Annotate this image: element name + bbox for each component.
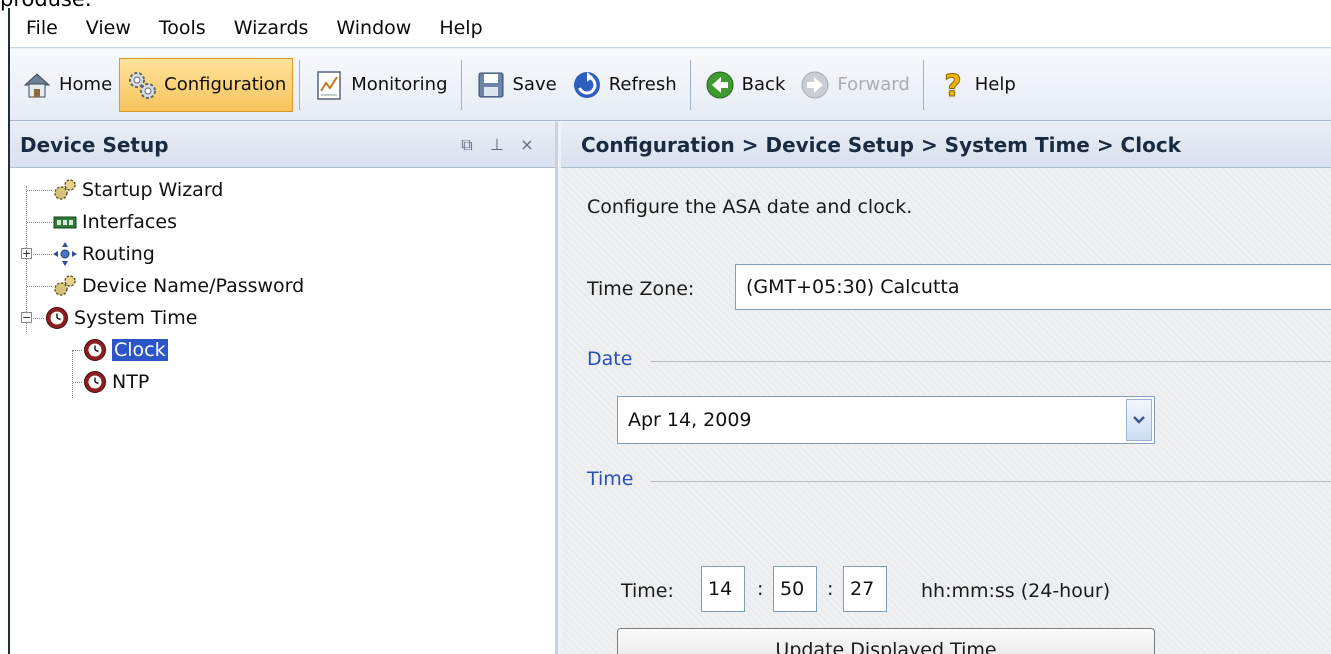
tree-item-label: Interfaces xyxy=(82,211,177,233)
expand-plus-icon[interactable]: + xyxy=(21,248,32,259)
refresh-label: Refresh xyxy=(608,74,677,95)
configuration-button[interactable]: Configuration xyxy=(119,57,294,112)
tree-connector xyxy=(73,350,82,351)
tree-item-ntp[interactable]: NTP xyxy=(10,366,555,398)
tree-item-label: NTP xyxy=(112,371,150,393)
page-description: Configure the ASA date and clock. xyxy=(587,196,913,218)
device-setup-pane: Device Setup ⧉ ⊥ × Startup Wizard Interf… xyxy=(10,122,558,654)
restore-icon[interactable]: ⧉ xyxy=(457,135,477,155)
clock-icon xyxy=(84,339,106,361)
tree-connector xyxy=(73,382,82,383)
tree-connector xyxy=(33,318,44,319)
tree-connector xyxy=(27,286,52,287)
configuration-label: Configuration xyxy=(164,74,287,95)
minutes-field[interactable]: 50 xyxy=(773,566,817,612)
menu-wizards[interactable]: Wizards xyxy=(220,8,323,48)
tree-item-interfaces[interactable]: Interfaces xyxy=(10,206,555,238)
svg-text:?: ? xyxy=(944,69,961,101)
toolbar: Home Configuration Monitoring Save Refre… xyxy=(10,49,1331,121)
group-divider xyxy=(651,361,1331,362)
tree-item-label: Clock xyxy=(112,339,168,361)
menu-bar: File View Tools Wizards Window Help xyxy=(10,8,1331,48)
interfaces-icon xyxy=(53,216,77,229)
date-select[interactable]: Apr 14, 2009 xyxy=(617,396,1155,444)
forward-label: Forward xyxy=(837,74,910,95)
asdm-window: File View Tools Wizards Window Help Home… xyxy=(8,8,1331,654)
update-displayed-time-button[interactable]: Update Displayed Time xyxy=(617,628,1155,654)
collapse-minus-icon[interactable]: − xyxy=(21,312,32,323)
menu-file[interactable]: File xyxy=(16,8,72,48)
chevron-down-icon xyxy=(1133,416,1145,424)
time-separator: : xyxy=(827,578,834,600)
monitoring-icon xyxy=(317,70,341,100)
tree-item-system-time[interactable]: − System Time xyxy=(10,302,555,334)
toolbar-separator xyxy=(460,59,462,110)
save-button[interactable]: Save xyxy=(468,58,564,112)
gears-icon xyxy=(54,275,76,296)
routing-icon xyxy=(53,242,77,266)
toolbar-separator xyxy=(689,59,691,110)
tree-item-device-name-password[interactable]: Device Name/Password xyxy=(10,270,555,302)
dropdown-button[interactable] xyxy=(1126,399,1152,441)
clock-config-pane: Configuration > Device Setup > System Ti… xyxy=(561,122,1331,654)
time-label: Time: xyxy=(621,580,674,602)
home-icon xyxy=(23,72,51,97)
forward-button[interactable]: Forward xyxy=(792,58,916,112)
close-icon[interactable]: × xyxy=(517,135,537,154)
refresh-button[interactable]: Refresh xyxy=(564,58,684,112)
date-value: Apr 14, 2009 xyxy=(628,409,752,431)
date-group-label: Date xyxy=(587,348,633,370)
monitoring-label: Monitoring xyxy=(351,74,448,95)
save-label: Save xyxy=(512,74,557,95)
back-label: Back xyxy=(741,74,786,95)
gears-icon xyxy=(129,71,157,99)
toolbar-separator xyxy=(922,59,924,110)
clock-form: Configure the ASA date and clock. Time Z… xyxy=(561,168,1331,654)
back-button[interactable]: Back xyxy=(697,58,793,112)
home-button[interactable]: Home xyxy=(14,58,119,112)
menu-window[interactable]: Window xyxy=(322,8,425,48)
tree-connector xyxy=(27,222,52,223)
pane-title: Device Setup xyxy=(20,132,169,157)
help-question-icon: ? xyxy=(944,69,962,101)
refresh-icon xyxy=(573,71,600,98)
save-icon xyxy=(478,72,503,97)
menu-help[interactable]: Help xyxy=(425,8,496,48)
tree-connector xyxy=(33,254,52,255)
time-group-label: Time xyxy=(587,468,634,490)
menu-view[interactable]: View xyxy=(72,8,145,48)
tree-item-label: Startup Wizard xyxy=(82,179,224,201)
back-arrow-icon xyxy=(706,71,734,98)
tree-item-clock[interactable]: Clock xyxy=(10,334,555,366)
pane-controls: ⧉ ⊥ × xyxy=(457,135,555,155)
tree-item-label: Device Name/Password xyxy=(82,275,305,297)
pane-header: Device Setup ⧉ ⊥ × xyxy=(10,122,555,168)
tree-item-label: Routing xyxy=(82,243,155,265)
toolbar-separator xyxy=(299,59,301,110)
gears-icon xyxy=(54,179,76,200)
help-button[interactable]: ? Help xyxy=(930,58,1023,112)
time-zone-field[interactable]: (GMT+05:30) Calcutta xyxy=(735,264,1331,310)
time-separator: : xyxy=(757,578,764,600)
group-divider xyxy=(651,481,1331,482)
clock-icon xyxy=(46,307,68,329)
pin-icon[interactable]: ⊥ xyxy=(487,135,507,154)
seconds-field[interactable]: 27 xyxy=(843,566,887,612)
clock-icon xyxy=(84,371,106,393)
menu-tools[interactable]: Tools xyxy=(145,8,220,48)
time-zone-label: Time Zone: xyxy=(587,278,695,300)
tree-item-routing[interactable]: + Routing xyxy=(10,238,555,270)
breadcrumb: Configuration > Device Setup > System Ti… xyxy=(561,122,1331,168)
home-label: Home xyxy=(59,74,113,95)
tree-item-label: System Time xyxy=(74,307,198,329)
forward-arrow-icon xyxy=(801,71,829,98)
navigation-tree: Startup Wizard Interfaces + Routing Devi… xyxy=(10,168,555,398)
time-format-hint: hh:mm:ss (24-hour) xyxy=(921,580,1111,602)
monitoring-button[interactable]: Monitoring xyxy=(306,58,454,112)
hours-field[interactable]: 14 xyxy=(701,566,745,612)
help-label: Help xyxy=(974,74,1016,95)
tree-item-startup-wizard[interactable]: Startup Wizard xyxy=(10,174,555,206)
tree-connector xyxy=(27,190,52,191)
